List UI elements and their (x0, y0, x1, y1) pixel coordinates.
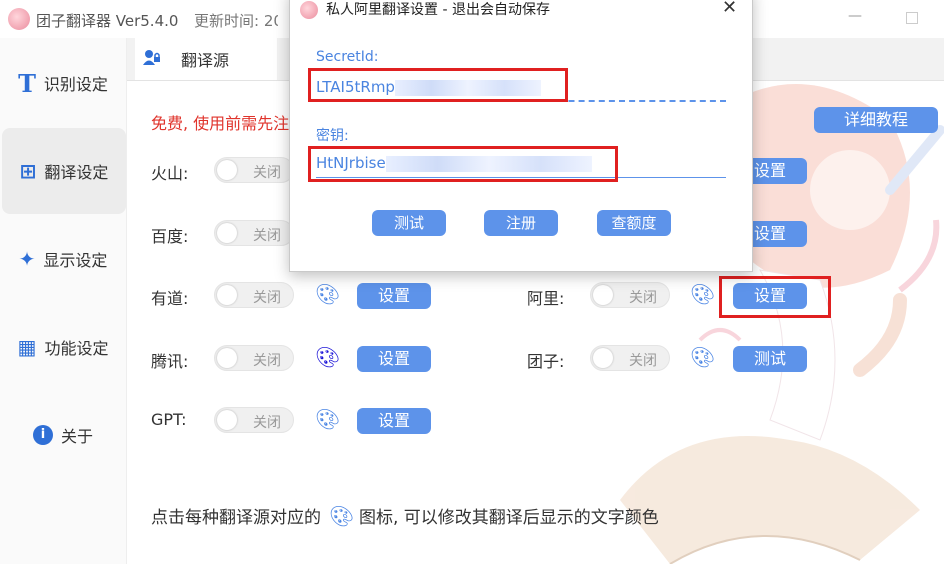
youdao-settings-button[interactable]: 设置 (357, 283, 431, 309)
sidebar-item-translate-settings[interactable]: ⊞ 翻译设定 (2, 128, 126, 214)
source-label-baidu: 百度: (151, 227, 189, 246)
source-label-tuanzi: 团子: (527, 352, 565, 371)
sidebar-item-label: 显示设定 (43, 251, 108, 270)
highlight-box (308, 146, 618, 182)
toggle-volcano[interactable]: 关闭 (214, 157, 294, 183)
test-button[interactable]: 测试 (372, 210, 446, 236)
palette-icon[interactable]: 🎨︎ (690, 283, 715, 305)
check-quota-button[interactable]: 查额度 (597, 210, 671, 236)
gpt-settings-button[interactable]: 设置 (357, 408, 431, 434)
hint-prefix: 点击每种翻译源对应的 (151, 508, 321, 528)
palette-icon: 🎨︎ (329, 503, 355, 528)
source-label-youdao: 有道: (151, 289, 189, 308)
sidebar-item-ocr-settings[interactable]: T 识别设定 (0, 40, 126, 126)
toggle-knob (217, 160, 237, 180)
app-logo-icon (300, 1, 318, 19)
highlight-box (719, 276, 831, 318)
minimize-icon[interactable]: — (848, 8, 862, 24)
app-logo-icon (8, 8, 30, 30)
toggle-baidu[interactable]: 关闭 (214, 220, 294, 246)
palette-icon[interactable]: 🎨︎ (315, 283, 340, 305)
tuanzi-test-button[interactable]: 测试 (733, 346, 807, 372)
toggle-state-label: 关闭 (253, 353, 281, 369)
secret-id-label: SecretId: (316, 49, 379, 65)
info-icon: i (32, 425, 53, 445)
toggle-state-label: 关闭 (253, 165, 281, 181)
toggle-knob (217, 348, 237, 368)
palette-icon[interactable]: 🎨︎ (690, 346, 715, 368)
sidebar-item-function-settings[interactable]: ▦ 功能设定 (0, 304, 126, 390)
toggle-state-label: 关闭 (253, 290, 281, 306)
toggle-tuanzi[interactable]: 关闭 (590, 345, 670, 371)
toggle-state-label: 关闭 (629, 353, 657, 369)
source-label-volcano: 火山: (151, 164, 189, 183)
hint-suffix: 图标, 可以修改其翻译后显示的文字颜色 (359, 508, 659, 528)
palette-hint: 点击每种翻译源对应的 🎨︎ 图标, 可以修改其翻译后显示的文字颜色 (151, 503, 659, 529)
sidebar-item-label: 功能设定 (44, 339, 109, 358)
detailed-tutorial-button[interactable]: 详细教程 (814, 107, 938, 133)
sidebar: T 识别设定 ⊞ 翻译设定 ✦ 显示设定 ▦ 功能设定 i 关于 (0, 38, 127, 564)
toggle-knob (217, 223, 237, 243)
magic-wand-icon: ✦ (18, 247, 36, 271)
sidebar-item-label: 识别设定 (43, 75, 108, 94)
toggle-tencent[interactable]: 关闭 (214, 345, 294, 371)
toggle-youdao[interactable]: 关闭 (214, 282, 294, 308)
toggle-knob (217, 285, 237, 305)
user-lock-icon (143, 49, 161, 69)
source-label-ali: 阿里: (527, 289, 565, 308)
sidebar-item-label: 翻译设定 (44, 163, 109, 182)
tencent-settings-button[interactable]: 设置 (357, 346, 431, 372)
palette-icon[interactable]: 🎨︎ (315, 408, 340, 430)
toggle-state-label: 关闭 (253, 228, 281, 244)
close-icon[interactable]: ✕ (722, 0, 737, 18)
tab-label: 翻译源 (181, 51, 230, 70)
sidebar-item-label: 关于 (60, 427, 93, 446)
toggle-state-label: 关闭 (629, 290, 657, 306)
highlight-box (308, 68, 568, 102)
toggle-knob (217, 410, 237, 430)
toggle-state-label: 关闭 (253, 415, 281, 431)
app-title: 团子翻译器 Ver5.4.0 (36, 12, 179, 30)
translate-icon: ⊞ (19, 159, 37, 183)
free-notice-text: 免费, 使用前需先注 (151, 114, 290, 133)
sidebar-item-display-settings[interactable]: ✦ 显示设定 (0, 216, 126, 302)
source-label-tencent: 腾讯: (151, 352, 189, 371)
toggle-knob (593, 285, 613, 305)
dialog-title: 私人阿里翻译设置 - 退出会自动保存 (326, 2, 550, 18)
key-label: 密钥: (316, 128, 349, 144)
sidebar-item-about[interactable]: i 关于 (0, 392, 126, 478)
apps-grid-icon: ▦ (17, 335, 37, 359)
palette-icon[interactable]: 🎨︎ (315, 346, 340, 368)
ali-settings-dialog: 私人阿里翻译设置 - 退出会自动保存 ✕ SecretId: LTAI5tRmp… (289, 0, 753, 272)
toggle-ali[interactable]: 关闭 (590, 282, 670, 308)
tab-translation-source[interactable]: 翻译源 (135, 38, 277, 80)
source-label-gpt: GPT: (151, 410, 187, 429)
toggle-gpt[interactable]: 关闭 (214, 407, 294, 433)
toggle-knob (593, 348, 613, 368)
text-t-icon: T (18, 68, 36, 98)
update-time: 更新时间: 202 (194, 12, 278, 30)
register-button[interactable]: 注册 (484, 210, 558, 236)
maximize-icon[interactable] (906, 12, 918, 24)
